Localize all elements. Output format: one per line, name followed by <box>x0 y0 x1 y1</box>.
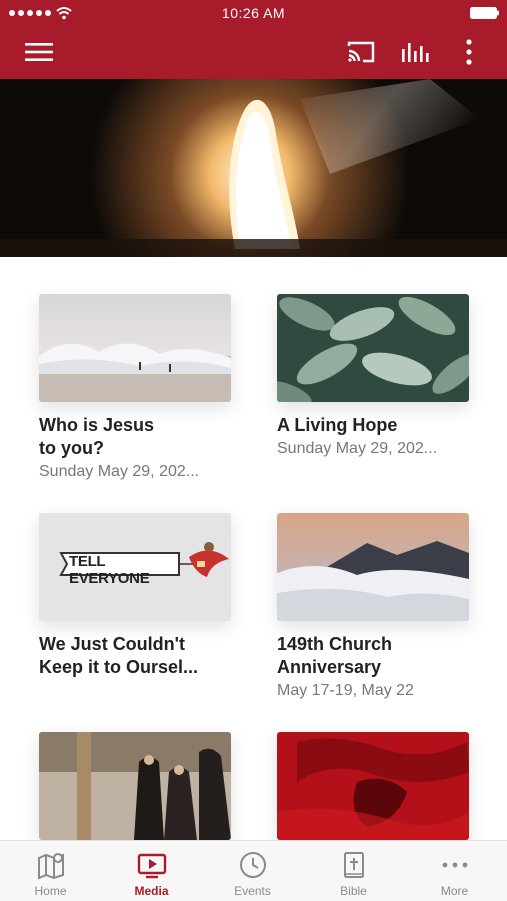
media-card[interactable]: We Just Couldn't Keep it to Oursel... <box>39 513 233 681</box>
tv-play-icon <box>137 853 167 879</box>
app-header: 10:26 AM <box>0 0 507 79</box>
menu-button[interactable] <box>22 35 56 69</box>
media-date: Sunday May 29, 202... <box>39 463 200 480</box>
status-time: 10:26 AM <box>221 5 286 21</box>
bottom-tab-bar: Home Media Events Bible More <box>0 840 507 901</box>
media-thumbnail[interactable] <box>277 294 469 402</box>
media-card[interactable]: Who is Jesus to you? Sunday May 29, 202.… <box>39 294 233 482</box>
media-title: 149th Church Anniversary <box>277 634 393 677</box>
tab-media[interactable]: Media <box>101 841 202 901</box>
app-bar <box>0 26 507 79</box>
tab-bible[interactable]: Bible <box>303 841 404 901</box>
media-card[interactable]: 149th Church Anniversary May 17-19, May … <box>277 513 471 701</box>
battery-icon <box>470 7 499 19</box>
media-card[interactable] <box>277 732 471 852</box>
hamburger-menu-icon <box>25 43 53 61</box>
media-thumbnail[interactable] <box>39 732 231 840</box>
audio-button[interactable] <box>398 35 432 69</box>
clock-icon <box>240 852 266 878</box>
media-title: We Just Couldn't Keep it to Oursel... <box>39 634 199 677</box>
vertical-dots-icon <box>466 39 472 65</box>
media-thumbnail[interactable] <box>39 294 231 402</box>
status-bar: 10:26 AM <box>0 0 507 26</box>
map-pin-icon <box>38 853 64 880</box>
tab-label: Media <box>134 884 169 898</box>
media-card[interactable]: A Living Hope Sunday May 29, 202... <box>277 294 471 459</box>
tab-events[interactable]: Events <box>202 841 303 901</box>
media-title: A Living Hope <box>277 415 398 435</box>
media-thumbnail[interactable] <box>277 513 469 621</box>
tab-label: More <box>440 884 469 898</box>
media-thumbnail[interactable] <box>277 732 469 840</box>
tab-label: Home <box>34 884 67 898</box>
tab-label: Events <box>234 884 271 898</box>
bible-cross-icon <box>344 852 364 878</box>
tab-home[interactable]: Home <box>0 841 101 901</box>
media-card[interactable] <box>39 732 233 852</box>
hero-banner-image[interactable] <box>0 79 507 257</box>
overflow-menu-button[interactable] <box>452 35 486 69</box>
audio-bars-icon <box>402 43 429 62</box>
banner-text: TELL EVERYONE <box>69 553 150 587</box>
tab-more[interactable]: More <box>404 841 505 901</box>
media-title: Who is Jesus to you? <box>39 415 155 458</box>
cast-icon <box>347 41 375 63</box>
media-date: Sunday May 29, 202... <box>277 440 438 457</box>
media-date: May 17-19, May 22 <box>277 682 414 699</box>
cast-button[interactable] <box>344 35 378 69</box>
horizontal-dots-icon <box>442 862 468 868</box>
tab-label: Bible <box>340 884 367 898</box>
